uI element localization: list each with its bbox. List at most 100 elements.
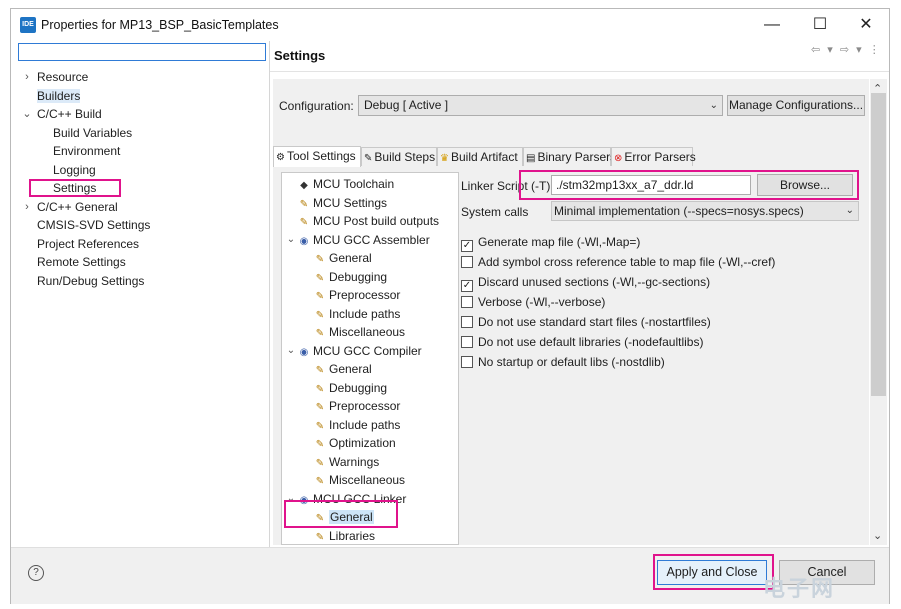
checkbox-unchecked[interactable] [461, 336, 473, 348]
sidebar-item-label: Builders [37, 88, 81, 103]
tree-node-general[interactable]: ✎ General [314, 360, 372, 378]
sidebar-item-c-c-build[interactable]: ⌄ C/C++ Build [22, 105, 101, 123]
sidebar-item-settings[interactable]: Settings [53, 179, 96, 197]
tree-node-general[interactable]: ✎ General [314, 249, 372, 267]
browse-button[interactable]: Browse... [757, 174, 853, 196]
tree-node-optimization[interactable]: ✎ Optimization [314, 434, 396, 452]
chevron-down-icon[interactable]: ⌄ [21, 105, 33, 123]
sidebar-item-cmsis-svd-settings[interactable]: CMSIS-SVD Settings [37, 216, 150, 234]
settings-icon: ✎ [315, 309, 325, 321]
maximize-button[interactable]: ☐ [797, 9, 843, 41]
tree-node-label: MCU GCC Linker [313, 491, 407, 506]
checkbox-checked[interactable]: ✓ [461, 240, 473, 252]
tree-node-preprocessor[interactable]: ✎ Preprocessor [314, 286, 401, 304]
chevron-right-icon[interactable]: › [21, 198, 33, 216]
filter-input[interactable] [18, 43, 266, 61]
configuration-label: Configuration: [279, 99, 354, 113]
tree-node-label: Debugging [329, 269, 388, 284]
settings-icon: ✎ [315, 513, 325, 524]
tree-node-warnings[interactable]: ✎ Warnings [314, 453, 379, 471]
sidebar-item-label: Run/Debug Settings [37, 273, 145, 288]
tree-node-mcu-gcc-compiler[interactable]: ⌄ ◉ MCU GCC Compiler [287, 342, 422, 360]
sidebar-item-remote-settings[interactable]: Remote Settings [37, 253, 126, 271]
tab-build-steps[interactable]: ✎ Build Steps [361, 147, 437, 166]
tree-node-include-paths[interactable]: ✎ Include paths [314, 305, 401, 323]
tree-node-mcu-settings[interactable]: ✎ MCU Settings [298, 194, 387, 212]
tool-icon: ◉ [299, 494, 309, 506]
tree-node-libraries[interactable]: ✎ Libraries [314, 527, 375, 545]
chevron-right-icon[interactable]: › [21, 68, 33, 86]
tab-label: Error Parsers [624, 150, 696, 164]
panel-divider[interactable] [269, 41, 270, 549]
toolchain-icon: ◆ [300, 180, 308, 191]
checkbox-unchecked[interactable] [461, 256, 473, 268]
tree-node-mcu-gcc-assembler[interactable]: ⌄ ◉ MCU GCC Assembler [287, 231, 430, 249]
tree-node-preprocessor[interactable]: ✎ Preprocessor [314, 397, 401, 415]
sidebar-item-environment[interactable]: Environment [53, 142, 120, 160]
tree-node-miscellaneous[interactable]: ✎ Miscellaneous [314, 471, 405, 489]
tree-node-general[interactable]: ✎ General [314, 508, 374, 526]
linker-option[interactable]: Do not use default libraries (-nodefault… [461, 334, 703, 350]
tree-node-label: General [329, 251, 372, 265]
minimize-button[interactable]: — [749, 9, 795, 41]
system-calls-label: System calls [461, 205, 529, 219]
apply-and-close-button[interactable]: Apply and Close [657, 560, 767, 585]
linker-option[interactable]: ✓ Generate map file (-Wl,-Map=) [461, 234, 641, 252]
scroll-down-icon[interactable]: ⌄ [873, 529, 882, 542]
tree-node-label: MCU Post build outputs [313, 214, 440, 228]
sidebar-item-builders[interactable]: Builders [37, 87, 81, 105]
configuration-value: Debug [ Active ] [364, 98, 449, 112]
tree-node-label: General [329, 362, 372, 376]
linker-script-input[interactable]: ./stm32mp13xx_a7_ddr.ld [551, 175, 751, 195]
tree-node-mcu-toolchain[interactable]: ◆ MCU Toolchain [298, 175, 394, 193]
configuration-select[interactable]: Debug [ Active ] ⌄ [358, 95, 723, 116]
help-icon[interactable]: ? [28, 565, 44, 581]
tab-tool-settings[interactable]: ⚙ Tool Settings [273, 146, 361, 167]
chevron-down-icon[interactable]: ⌄ [286, 231, 296, 249]
tree-node-label: Miscellaneous [329, 325, 406, 339]
checkbox-unchecked[interactable] [461, 316, 473, 328]
linker-option[interactable]: Add symbol cross reference table to map … [461, 254, 775, 270]
settings-icon: ✎ [315, 291, 325, 302]
tab-label: Build Artifact [450, 150, 518, 164]
settings-icon: ✎ [315, 457, 325, 469]
linker-option[interactable]: No startup or default libs (-nostdlib) [461, 354, 665, 370]
linker-option[interactable]: Do not use standard start files (-nostar… [461, 314, 711, 330]
linker-option-label: Generate map file (-Wl,-Map=) [478, 235, 641, 249]
tree-node-mcu-post-build-outputs[interactable]: ✎ MCU Post build outputs [298, 212, 439, 230]
tab-error-parsers[interactable]: ⊗ Error Parsers [611, 147, 696, 166]
close-button[interactable]: ✕ [843, 9, 889, 41]
sidebar-item-build-variables[interactable]: Build Variables [53, 124, 132, 142]
binary-parsers-icon: ▤ [526, 153, 536, 164]
sidebar-item-logging[interactable]: Logging [53, 161, 96, 179]
sidebar-item-label: Settings [53, 181, 97, 195]
tab-binary-parsers[interactable]: ▤ Binary Parsers [523, 147, 616, 166]
linker-option-label: Do not use standard start files (-nostar… [478, 315, 711, 329]
settings-icon: ✎ [315, 383, 325, 395]
sidebar-item-c-c-general[interactable]: › C/C++ General [25, 198, 118, 216]
sidebar-item-run-debug-settings[interactable]: Run/Debug Settings [37, 272, 144, 290]
checkbox-unchecked[interactable] [461, 296, 473, 308]
linker-option-label: Add symbol cross reference table to map … [478, 255, 776, 269]
system-calls-select[interactable]: Minimal implementation (--specs=nosys.sp… [551, 201, 859, 221]
linker-option[interactable]: ✓ Discard unused sections (-Wl,--gc-secti… [461, 274, 710, 292]
tree-node-debugging[interactable]: ✎ Debugging [314, 268, 387, 286]
sidebar-item-resource[interactable]: › Resource [25, 68, 88, 86]
tree-node-include-paths[interactable]: ✎ Include paths [314, 416, 401, 434]
sidebar-item-label: Remote Settings [37, 255, 126, 269]
history-nav-icons[interactable]: ⇦ ▾ ⇨ ▾ ⋮ [811, 43, 882, 56]
manage-configurations-button[interactable]: Manage Configurations... [727, 95, 865, 116]
sidebar-item-project-references[interactable]: Project References [37, 235, 139, 253]
chevron-down-icon[interactable]: ⌄ [286, 490, 296, 508]
tree-node-label: MCU Toolchain [313, 177, 395, 191]
tree-node-mcu-gcc-linker[interactable]: ⌄ ◉ MCU GCC Linker [287, 490, 407, 508]
sidebar-item-label: Environment [53, 144, 121, 158]
linker-option[interactable]: Verbose (-Wl,--verbose) [461, 294, 605, 310]
tab-build-artifact[interactable]: ♛ Build Artifact [437, 147, 523, 166]
checkbox-checked[interactable]: ✓ [461, 280, 473, 292]
scrollbar-thumb[interactable] [871, 93, 886, 396]
tree-node-miscellaneous[interactable]: ✎ Miscellaneous [314, 323, 405, 341]
chevron-down-icon[interactable]: ⌄ [286, 342, 296, 360]
checkbox-unchecked[interactable] [461, 356, 473, 368]
tree-node-debugging[interactable]: ✎ Debugging [314, 379, 387, 397]
